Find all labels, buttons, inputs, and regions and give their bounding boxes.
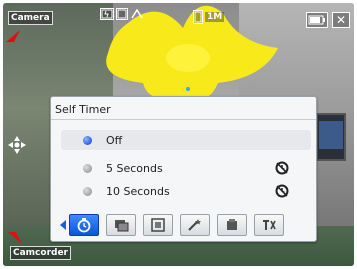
quality-icon[interactable] [130,8,144,20]
effect-tab[interactable] [180,214,210,236]
self-timer-icon [77,218,91,233]
menu-toolbar [56,213,313,237]
option-label: Off [106,133,123,147]
memory-card-icon [193,10,203,24]
effect-wand-icon [188,219,201,231]
resolution-label: 1M [207,12,223,22]
mode-tab[interactable] [106,214,136,236]
tools-icon [263,220,276,230]
radio-unselected-icon [83,163,92,173]
self-timer-icon [275,161,289,175]
flash-icon[interactable] [100,8,114,20]
self-timer-tab[interactable] [69,214,99,236]
camera-mode-label: Camera [11,13,50,23]
menu-title: Self Timer [55,103,111,116]
background-monitor-screen [319,121,343,149]
frame-icon [151,218,165,232]
self-timer-icon [275,184,289,198]
toolbar-left-arrow-icon[interactable] [60,220,66,230]
radio-selected-icon [83,135,92,145]
option-5-seconds[interactable]: 5 Seconds [61,158,311,178]
option-label: 5 Seconds [106,161,163,175]
camera-mode-button[interactable]: Camera [8,11,53,25]
option-10-seconds[interactable]: 10 Seconds [61,181,311,201]
burst-mode-icon [115,220,129,232]
radio-unselected-icon [83,186,92,196]
frame-tab[interactable] [143,214,173,236]
camera-mode-icon [6,30,20,42]
self-timer-menu: Self Timer Off 5 Seconds 10 Seconds [50,96,317,242]
macro-icon[interactable] [116,8,128,20]
close-button[interactable]: ✕ [332,12,350,28]
storage-icon [227,219,237,230]
settings-tab[interactable] [254,214,284,236]
option-off[interactable]: Off [61,130,311,150]
camcorder-mode-button[interactable]: Camcorder [10,246,71,260]
navigation-pad-icon[interactable] [8,136,26,154]
storage-tab[interactable] [217,214,247,236]
close-icon: ✕ [335,13,347,27]
camcorder-mode-arrow-icon [8,232,22,244]
camcorder-mode-label: Camcorder [13,248,68,258]
resolution-indicator: 1M [205,12,225,22]
battery-icon [306,12,328,28]
menu-divider [51,119,316,120]
option-label: 10 Seconds [106,184,170,198]
